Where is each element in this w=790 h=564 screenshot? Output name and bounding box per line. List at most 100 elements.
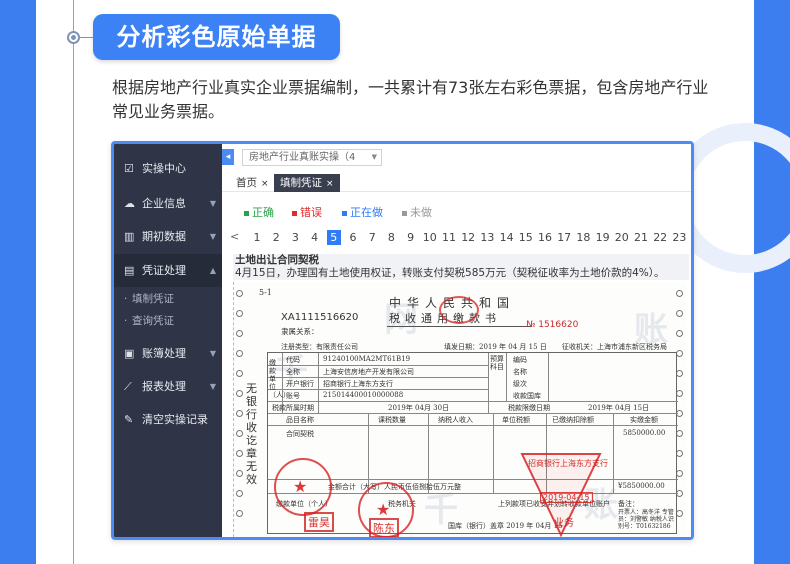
- budget-label: 级次: [513, 380, 527, 388]
- page-number[interactable]: 19: [596, 230, 610, 245]
- row-label: 账号: [286, 392, 300, 400]
- sidebar-item-report-processing[interactable]: ⟋ 报表处理 ▼: [114, 370, 222, 403]
- legend-in-progress: 正在做: [342, 204, 383, 220]
- close-icon[interactable]: ×: [261, 179, 269, 189]
- page-number[interactable]: 7: [365, 230, 379, 245]
- page-number[interactable]: 23: [672, 230, 686, 245]
- page-number[interactable]: 21: [634, 230, 648, 245]
- sidebar-subitem-label: 填制凭证: [132, 293, 174, 305]
- title-underline: [387, 326, 532, 327]
- page-number[interactable]: 6: [346, 230, 360, 245]
- item-amount: 5850000.00: [623, 429, 666, 437]
- punch-holes-left: [236, 290, 244, 530]
- task-detail: 4月15日，办理国有土地使用权证，转账支付契税585万元（契税征收率为土地价款的…: [235, 267, 665, 279]
- company-select-value: 房地产行业真账实操（4: [249, 152, 356, 163]
- page-number[interactable]: 18: [576, 230, 590, 245]
- page-number[interactable]: 11: [442, 230, 456, 245]
- legend-not-done: 未做: [402, 204, 432, 220]
- sidebar-item-ledger-processing[interactable]: ▣ 账簿处理 ▼: [114, 337, 222, 370]
- voucher-grid: 缴款单位（人） 代码 91240100MA2MT61B19 全称 上海安信房地产…: [267, 352, 678, 534]
- legend-correct: 正确: [244, 204, 274, 220]
- sidebar-item-voucher-processing[interactable]: ▤ 凭证处理 ▲: [114, 254, 222, 287]
- sidebar-item-label: 清空实操记录: [142, 413, 208, 426]
- page-number[interactable]: 20: [615, 230, 629, 245]
- page-number[interactable]: 13: [480, 230, 494, 245]
- section-title: 分析彩色原始单据: [93, 14, 340, 60]
- row-value: 215014400010000088: [323, 391, 404, 399]
- registration-type: 注册类型：有限责任公司: [281, 343, 358, 351]
- page-number[interactable]: 9: [404, 230, 418, 245]
- page-number[interactable]: 17: [557, 230, 571, 245]
- tab-fill-voucher[interactable]: 填制凭证 ×: [274, 174, 340, 192]
- page-number[interactable]: 3: [288, 230, 302, 245]
- page-number[interactable]: 15: [519, 230, 533, 245]
- company-select[interactable]: 房地产行业真账实操（4 ▼: [242, 149, 382, 166]
- tab-bar: 首页 × 填制凭证 ×: [222, 172, 691, 192]
- tax-period-value: 2019年 04月 30日: [388, 404, 450, 412]
- chevron-down-icon: ▼: [209, 349, 216, 358]
- red-square-icon: [292, 210, 297, 216]
- sidebar-item-clear-records[interactable]: ✎ 清空实操记录: [114, 403, 222, 436]
- bank-stamp-text: 招商银行上海东方支行: [528, 459, 608, 468]
- tax-deadline-value: 2019年 04月 15日: [588, 404, 650, 412]
- page-number[interactable]: 22: [653, 230, 667, 245]
- sidebar-subitem-fill-voucher[interactable]: · 填制凭证: [114, 288, 222, 310]
- table-header: 单位税额: [502, 416, 530, 424]
- chevron-down-icon: ▼: [209, 232, 216, 241]
- legend-label: 正确: [252, 206, 274, 219]
- page-number[interactable]: 2: [269, 230, 283, 245]
- sidebar-item-opening-data[interactable]: ▥ 期初数据 ▼: [114, 220, 222, 253]
- table-header: 实缴金额: [630, 416, 658, 424]
- tab-home[interactable]: 首页 ×: [230, 174, 275, 192]
- personal-seal: 雷昊: [304, 512, 334, 532]
- sidebar-item-label: 报表处理: [142, 380, 186, 393]
- tax-period-label: 税款所属时期: [272, 404, 314, 412]
- task-description: 土地出让合同契税 4月15日，办理国有土地使用权证，转账支付契税585万元（契税…: [233, 254, 689, 280]
- legend-label: 正在做: [350, 206, 383, 219]
- close-icon[interactable]: ×: [326, 179, 334, 189]
- title-oval-stamp: [439, 296, 479, 324]
- payer-side-label: 缴款单位（人）: [269, 359, 290, 399]
- page-number[interactable]: 14: [500, 230, 514, 245]
- tax-deadline-label: 税款限缴日期: [508, 404, 550, 412]
- voucher-code: 5-1: [259, 288, 272, 297]
- book-icon: ▣: [124, 347, 135, 360]
- sidebar-item-label: 期初数据: [142, 230, 186, 243]
- green-square-icon: [244, 210, 249, 216]
- item-name: 合同契税: [286, 430, 314, 438]
- bullet-icon: ·: [124, 315, 128, 327]
- app-main: ◂ 房地产行业真账实操（4 ▼ 首页 × 填制凭证 × 正确 错误 正在做 未做…: [222, 144, 691, 537]
- bank-receipt-side-text: 无银行收讫章无效: [246, 382, 257, 486]
- sidebar-item-company-info[interactable]: ☁ 企业信息 ▼: [114, 187, 222, 220]
- chevron-down-icon: ▼: [371, 153, 377, 161]
- app-sidebar: ☑ 实操中心 ☁ 企业信息 ▼ ▥ 期初数据 ▼ ▤ 凭证处理 ▲ · 填制凭证…: [114, 144, 222, 537]
- prev-page-button[interactable]: <: [230, 230, 239, 243]
- page-number[interactable]: 12: [461, 230, 475, 245]
- star-icon: ★: [376, 500, 391, 519]
- tab-label: 填制凭证: [280, 177, 322, 189]
- document-icon: ▤: [124, 264, 135, 277]
- budget-label: 编码: [513, 356, 527, 364]
- row-label: 代码: [286, 356, 300, 364]
- sidebar-item-practice-center[interactable]: ☑ 实操中心: [114, 152, 222, 185]
- left-border-band: [0, 0, 36, 564]
- table-header: 已缴纳扣除额: [552, 416, 594, 424]
- page-number[interactable]: 16: [538, 230, 552, 245]
- page-number[interactable]: 10: [423, 230, 437, 245]
- subordinate-relation: 隶属关系：: [281, 327, 319, 336]
- right-border-band: [754, 0, 790, 564]
- table-header: 品目名称: [286, 416, 314, 424]
- sidebar-item-label: 企业信息: [142, 197, 186, 210]
- voucher-number: № 1516620: [526, 320, 579, 330]
- personal-seal: 陈东: [369, 518, 399, 537]
- page-number[interactable]: 8: [384, 230, 398, 245]
- page-number[interactable]: 4: [308, 230, 322, 245]
- table-header: 课税数量: [378, 416, 406, 424]
- page-number[interactable]: 1: [250, 230, 264, 245]
- total-value: ¥5850000.00: [618, 482, 665, 490]
- row-value: 91240100MA2MT61B19: [323, 355, 411, 363]
- sidebar-subitem-query-voucher[interactable]: · 查询凭证: [114, 310, 222, 332]
- page-number[interactable]: 5: [326, 230, 341, 245]
- cloud-icon: ☁: [124, 197, 135, 210]
- sidebar-collapse-button[interactable]: ◂: [222, 149, 234, 165]
